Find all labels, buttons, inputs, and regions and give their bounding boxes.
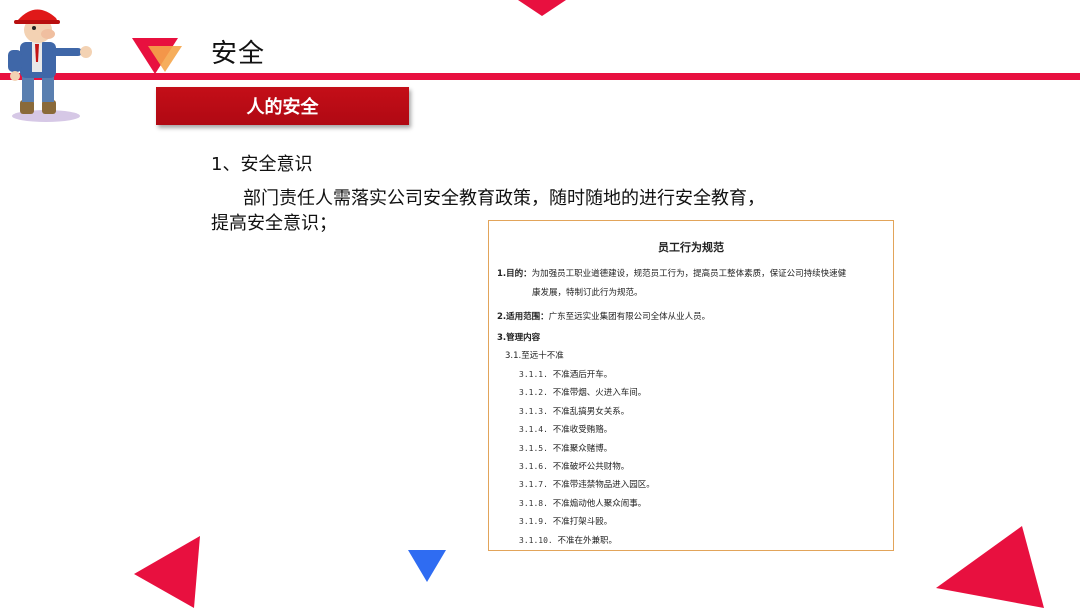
rule-number: 3.1.5. [519, 443, 553, 453]
rule-number: 3.1.1. [519, 370, 553, 379]
rule-item: 3.1.3. 不准乱搞男女关系。 [519, 406, 629, 418]
rule-item: 3.1.10. 不准在外兼职。 [519, 535, 617, 547]
rule-text: 不准酒后开车。 [552, 370, 613, 380]
worker-mascot-icon [8, 9, 92, 122]
rule-number: 3.1.6. [519, 462, 553, 471]
rule-text: 不准煽动他人聚众闹事。 [552, 498, 647, 509]
bottom-center-triangle-decoration [408, 550, 446, 582]
title-triangle-icon [132, 38, 182, 74]
bottom-right-triangle-decoration [936, 526, 1044, 608]
scope-label: 2.适用范围： [497, 312, 549, 322]
section-banner-label: 人的安全 [246, 97, 319, 118]
paragraph-line-1: 部门责任人需落实公司安全教育政策，随时随地的进行安全教育， [243, 188, 765, 209]
rule-number: 3.1.10. [519, 535, 558, 545]
item-heading: 1、安全意识 [211, 154, 313, 175]
bottom-left-triangle-decoration [134, 536, 200, 608]
section-banner: 人的安全 [156, 87, 409, 125]
rule-text: 不准打架斗殴。 [552, 517, 613, 528]
purpose-line-2: 康发展，特制订此行为规范。 [532, 288, 643, 298]
sub-heading: 3.1.至远十不准 [505, 351, 564, 361]
rule-item: 3.1.1. 不准酒后开车。 [519, 369, 612, 381]
rule-text: 不准乱搞男女关系。 [552, 406, 630, 417]
rule-item: 3.1.7. 不准带违禁物品进入园区。 [519, 479, 655, 491]
rule-item: 3.1.4. 不准收受贿赂。 [519, 424, 612, 436]
scope-text: 广东至远实业集团有限公司全体从业人员。 [548, 312, 711, 322]
rule-item: 3.1.9. 不准打架斗殴。 [519, 516, 612, 528]
rule-item: 3.1.6. 不准破坏公共财物。 [519, 461, 629, 473]
rule-text: 不准聚众赌博。 [552, 443, 613, 454]
rule-number: 3.1.7. [519, 480, 553, 490]
rule-number: 3.1.4. [519, 425, 553, 435]
rule-text: 不准在外兼职。 [557, 535, 618, 546]
rule-item: 3.1.2. 不准带烟、火进入车间。 [519, 387, 646, 399]
scope-line: 2.适用范围：广东至远实业集团有限公司全体从业人员。 [497, 311, 710, 323]
rule-item: 3.1.8. 不准煽动他人聚众闹事。 [519, 498, 646, 510]
rule-number: 3.1.3. [519, 406, 553, 416]
purpose-text: 为加强员工职业道德建设，规范员工行为，提高员工整体素质，保证公司持续快速健 [531, 269, 847, 279]
rule-text: 不准破坏公共财物。 [552, 462, 630, 472]
document-title: 员工行为规范 [658, 241, 724, 254]
rule-number: 3.1.8. [519, 498, 553, 508]
rule-text: 不准带违禁物品进入园区。 [552, 480, 655, 491]
content-heading: 3.管理内容 [497, 333, 541, 343]
rule-text: 不准收受贿赂。 [552, 425, 613, 436]
purpose-label: 1.目的： [497, 269, 532, 279]
rule-number: 3.1.9. [519, 517, 553, 527]
rule-item: 3.1.5. 不准聚众赌博。 [519, 443, 612, 455]
rule-text: 不准带烟、火进入车间。 [552, 388, 647, 399]
top-triangle-decoration [518, 0, 566, 16]
page-title: 安全 [211, 39, 266, 69]
purpose-line: 1.目的：为加强员工职业道德建设，规范员工行为，提高员工整体素质，保证公司持续快… [497, 268, 846, 280]
rule-number: 3.1.2. [519, 388, 553, 398]
document-image: 员工行为规范 1.目的：为加强员工职业道德建设，规范员工行为，提高员工整体素质，… [488, 220, 894, 551]
